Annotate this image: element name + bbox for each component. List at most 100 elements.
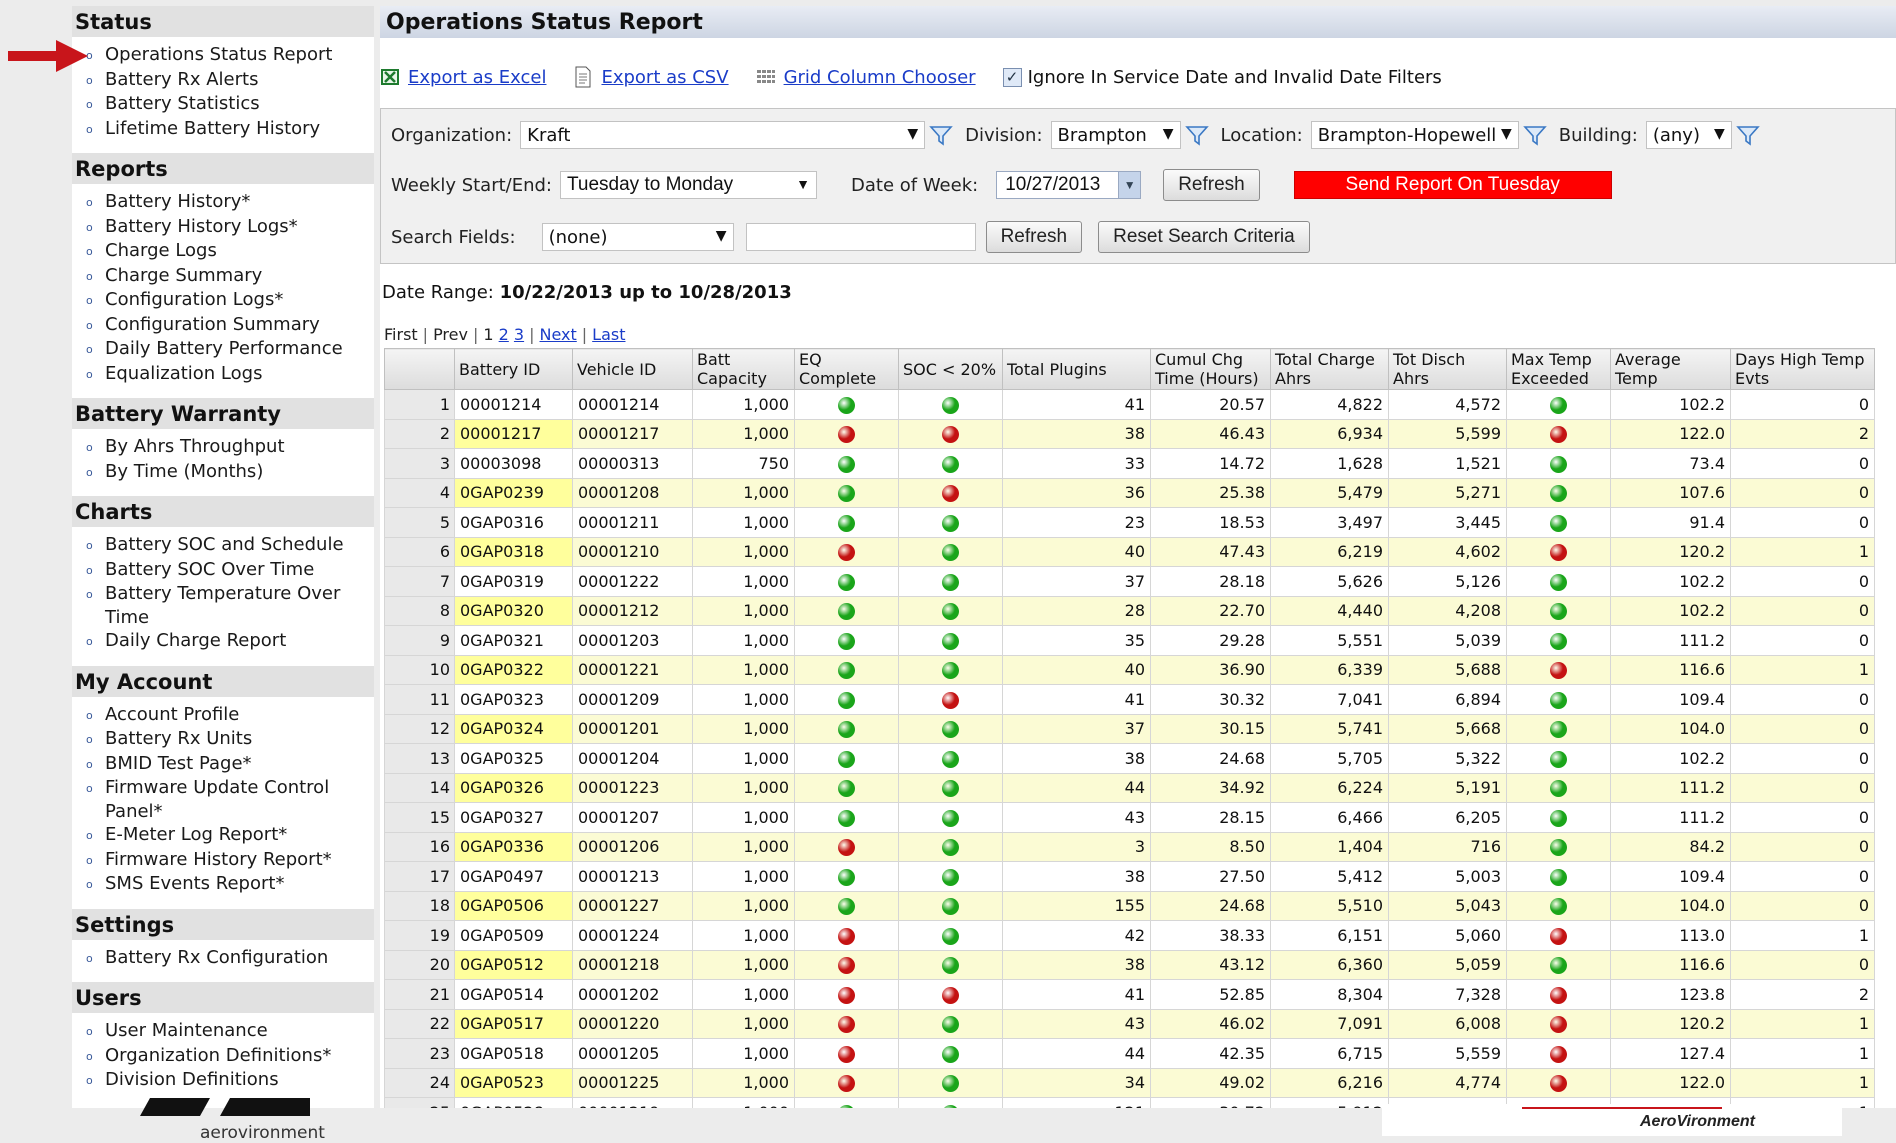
sidebar-item[interactable]: o Battery Rx Alerts — [86, 68, 374, 93]
table-row[interactable]: 5 0GAP0316 00001211 1,000 23 18.53 3,497 3,445 9… — [384, 507, 1875, 538]
location-dropdown[interactable]: Brampton-Hopewell ▼ — [1310, 121, 1519, 149]
sidebar-item-label[interactable]: Daily Battery Performance — [105, 337, 374, 362]
column-header[interactable]: Total Charge Ahrs — [1270, 348, 1389, 390]
organization-dropdown[interactable]: Kraft ▼ — [520, 121, 926, 149]
sidebar-item[interactable]: o Firmware Update Control Panel* — [86, 776, 374, 823]
sidebar-item-label[interactable]: Battery Rx Configuration — [105, 946, 374, 971]
sidebar-item[interactable]: o By Ahrs Throughput — [86, 435, 374, 460]
sidebar-item[interactable]: o Charge Summary — [86, 264, 374, 289]
sidebar-item-label[interactable]: SMS Events Report* — [105, 872, 374, 897]
filter-icon[interactable] — [1736, 124, 1760, 146]
sidebar-item[interactable]: o Charge Logs — [86, 239, 374, 264]
sidebar-item[interactable]: o Configuration Summary — [86, 313, 374, 338]
sidebar-item-label[interactable]: Firmware History Report* — [105, 848, 374, 873]
table-row[interactable]: 11 0GAP0323 00001209 1,000 41 30.32 7,041 6,894… — [384, 684, 1875, 715]
table-row[interactable]: 10 0GAP0322 00001221 1,000 40 36.90 6,339 5,688… — [384, 654, 1875, 685]
table-row[interactable]: 21 0GAP0514 00001202 1,000 41 52.85 8,304 7,328… — [384, 979, 1875, 1010]
send-report-button[interactable]: Send Report On Tuesday — [1293, 171, 1612, 199]
filter-icon[interactable] — [1522, 124, 1547, 146]
refresh-button[interactable]: Refresh — [1163, 169, 1260, 201]
sidebar-item[interactable]: o Account Profile — [86, 703, 374, 728]
table-row[interactable]: 6 0GAP0318 00001210 1,000 40 47.43 6,219 4,602 1… — [384, 536, 1875, 567]
reset-search-criteria-button[interactable]: Reset Search Criteria — [1098, 221, 1310, 253]
sidebar-item-label[interactable]: BMID Test Page* — [105, 752, 374, 777]
ignore-filters-checkbox[interactable]: ✓ — [1002, 67, 1022, 87]
sidebar-item-label[interactable]: Battery Temperature Over Time — [105, 582, 374, 629]
column-header[interactable]: Battery ID — [454, 348, 573, 390]
table-row[interactable]: 8 0GAP0320 00001212 1,000 28 22.70 4,440 4,208 1… — [384, 595, 1875, 626]
sidebar-item[interactable]: o Battery SOC Over Time — [86, 558, 374, 583]
sidebar-item[interactable]: o Battery Statistics — [86, 92, 374, 117]
table-row[interactable]: 20 0GAP0512 00001218 1,000 38 43.12 6,360 5,059… — [384, 949, 1875, 980]
filter-icon[interactable] — [1184, 124, 1209, 146]
table-row[interactable]: 12 0GAP0324 00001201 1,000 37 30.15 5,741 5,668… — [384, 713, 1875, 744]
sidebar-item[interactable]: o By Time (Months) — [86, 460, 374, 485]
grid-column-chooser-label[interactable]: Grid Column Chooser — [784, 67, 976, 88]
sidebar-item[interactable]: o Battery Rx Units — [86, 727, 374, 752]
sidebar-item-label[interactable]: Battery Statistics — [105, 92, 374, 117]
sidebar-item[interactable]: o Battery History* — [86, 190, 374, 215]
sidebar-item-label[interactable]: User Maintenance — [105, 1019, 374, 1044]
weekly-start-end-dropdown[interactable]: Tuesday to Monday ▼ — [560, 171, 817, 199]
sidebar-item-label[interactable]: Battery Rx Units — [105, 727, 374, 752]
sidebar-item-label[interactable]: Organization Definitions* — [105, 1044, 374, 1069]
calendar-dropdown-icon[interactable]: ▼ — [1118, 172, 1141, 198]
table-row[interactable]: 2 00001217 00001217 1,000 38 46.43 6,934 5,599 1… — [384, 418, 1875, 449]
column-header[interactable]: Cumul Chg Time (Hours) — [1150, 348, 1271, 390]
column-header[interactable]: Vehicle ID — [572, 348, 693, 390]
pager-page-2[interactable]: 2 — [499, 325, 509, 344]
pager-page-3[interactable]: 3 — [514, 325, 524, 344]
export-csv-label[interactable]: Export as CSV — [601, 67, 728, 88]
filter-icon[interactable] — [929, 124, 953, 146]
sidebar-item[interactable]: o Organization Definitions* — [86, 1044, 374, 1069]
table-row[interactable]: 15 0GAP0327 00001207 1,000 43 28.15 6,466 6,205… — [384, 802, 1875, 833]
sidebar-item-label[interactable]: Division Definitions — [105, 1068, 374, 1093]
pager-last[interactable]: Last — [592, 325, 625, 344]
sidebar-item-label[interactable]: Account Profile — [105, 703, 374, 728]
sidebar-item[interactable]: o User Maintenance — [86, 1019, 374, 1044]
sidebar-item[interactable]: o Firmware History Report* — [86, 848, 374, 873]
sidebar-item[interactable]: o BMID Test Page* — [86, 752, 374, 777]
sidebar-item-label[interactable]: Firmware Update Control Panel* — [105, 776, 374, 823]
sidebar-item-label[interactable]: E-Meter Log Report* — [105, 823, 374, 848]
sidebar-item-label[interactable]: Battery SOC Over Time — [105, 558, 374, 583]
sidebar-item[interactable]: o Battery Temperature Over Time — [86, 582, 374, 629]
table-row[interactable]: 22 0GAP0517 00001220 1,000 43 46.02 7,091 6,008… — [384, 1008, 1875, 1039]
sidebar-item-label[interactable]: Battery History* — [105, 190, 374, 215]
sidebar-item-label[interactable]: Battery Rx Alerts — [105, 68, 374, 93]
sidebar-item[interactable]: o Battery Rx Configuration — [86, 946, 374, 971]
table-row[interactable]: 1 00001214 00001214 1,000 41 20.57 4,822 4,572 1… — [384, 389, 1875, 420]
table-row[interactable]: 17 0GAP0497 00001213 1,000 38 27.50 5,412 5,003… — [384, 861, 1875, 892]
column-header[interactable]: Tot Disch Ahrs — [1388, 348, 1507, 390]
sidebar-item-label[interactable]: Operations Status Report — [105, 43, 374, 68]
sidebar-item-label[interactable]: Battery SOC and Schedule — [105, 533, 374, 558]
search-text-input[interactable] — [745, 223, 976, 251]
grid-column-chooser-button[interactable]: Grid Column Chooser — [756, 66, 976, 88]
sidebar-item[interactable]: o Battery History Logs* — [86, 215, 374, 240]
sidebar-item[interactable]: o Daily Battery Performance — [86, 337, 374, 362]
table-row[interactable]: 23 0GAP0518 00001205 1,000 44 42.35 6,715 5,559… — [384, 1038, 1875, 1069]
division-dropdown[interactable]: Brampton ▼ — [1050, 121, 1181, 149]
table-row[interactable]: 9 0GAP0321 00001203 1,000 35 29.28 5,551 5,039 1… — [384, 625, 1875, 656]
table-row[interactable]: 24 0GAP0523 00001225 1,000 34 49.02 6,216 4,774… — [384, 1067, 1875, 1098]
sidebar-item[interactable]: o Division Definitions — [86, 1068, 374, 1093]
column-header[interactable]: Days High Temp Evts — [1730, 348, 1875, 390]
export-excel-button[interactable]: Export as Excel — [380, 66, 546, 88]
sidebar-item[interactable]: o SMS Events Report* — [86, 872, 374, 897]
sidebar-item-label[interactable]: By Time (Months) — [105, 460, 374, 485]
column-header[interactable]: Total Plugins — [1002, 348, 1151, 390]
pager-next[interactable]: Next — [540, 325, 577, 344]
sidebar-item[interactable]: o Lifetime Battery History — [86, 117, 374, 142]
column-header[interactable]: EQ Complete — [794, 348, 899, 390]
column-header[interactable]: Batt Capacity — [692, 348, 795, 390]
sidebar-item-label[interactable]: Equalization Logs — [105, 362, 374, 387]
table-row[interactable]: 7 0GAP0319 00001222 1,000 37 28.18 5,626 5,126 1… — [384, 566, 1875, 597]
building-dropdown[interactable]: (any) ▼ — [1645, 121, 1732, 149]
sidebar-item[interactable]: o Configuration Logs* — [86, 288, 374, 313]
sidebar-item[interactable]: o Operations Status Report — [86, 43, 374, 68]
ignore-filters-option[interactable]: ✓ Ignore In Service Date and Invalid Dat… — [1002, 67, 1442, 88]
table-row[interactable]: 16 0GAP0336 00001206 1,000 3 8.50 1,404 716 84.2… — [384, 831, 1875, 862]
sidebar-item-label[interactable]: By Ahrs Throughput — [105, 435, 374, 460]
sidebar-item[interactable]: o Battery SOC and Schedule — [86, 533, 374, 558]
sidebar-item-label[interactable]: Daily Charge Report — [105, 629, 374, 654]
